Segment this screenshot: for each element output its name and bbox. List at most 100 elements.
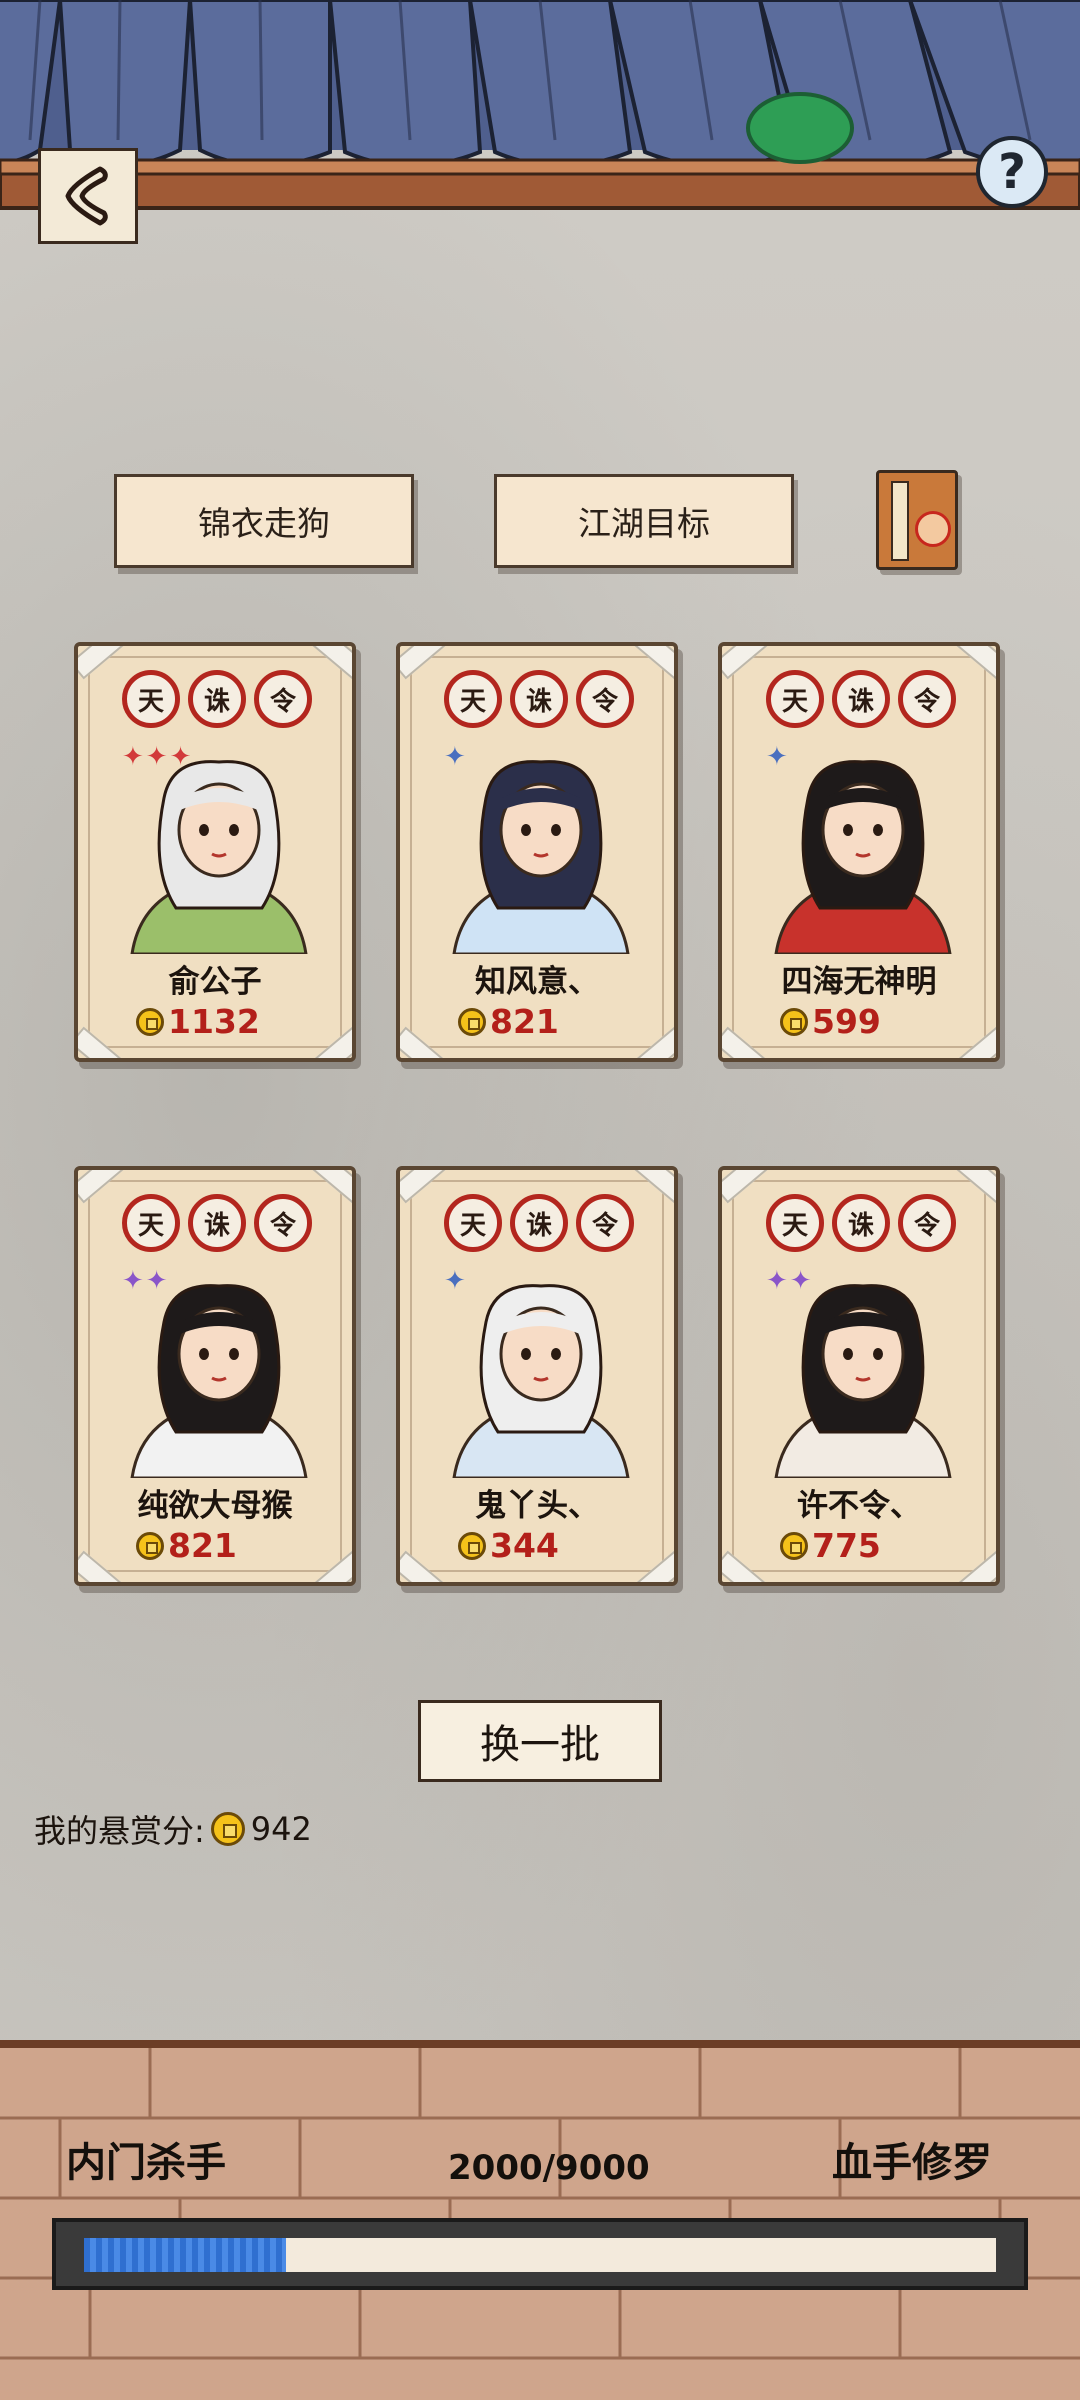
tape-strip — [631, 1170, 674, 1204]
seal-stamp: 令 — [254, 670, 312, 728]
rank-progress-bar — [52, 2218, 1028, 2290]
next-rank: 血手修罗 — [832, 2140, 992, 2186]
seal-stamp: 令 — [898, 670, 956, 728]
book-seal — [915, 511, 951, 547]
seal-row: 天诛令 — [122, 670, 312, 728]
tape-strip — [722, 1026, 771, 1058]
bounty-value: 821 — [490, 1002, 559, 1041]
seal-stamp: 诛 — [188, 670, 246, 728]
bounty-value: 344 — [490, 1526, 559, 1565]
target-bounty: 599 — [780, 1002, 881, 1041]
seal-stamp: 天 — [766, 670, 824, 728]
seal-stamp: 天 — [122, 670, 180, 728]
tape-strip — [78, 1026, 127, 1058]
coin-icon — [210, 1812, 245, 1846]
seal-stamp: 诛 — [510, 1194, 568, 1252]
help-button[interactable]: ? — [976, 136, 1048, 208]
tape-strip — [722, 1170, 771, 1204]
chevron-left-icon — [65, 166, 108, 226]
tab-jinyi-zougou[interactable]: 锦衣走狗 — [114, 474, 414, 568]
seal-stamp: 令 — [576, 670, 634, 728]
seal-stamp: 诛 — [832, 670, 890, 728]
target-bounty: 821 — [136, 1526, 237, 1565]
coin-icon — [136, 1531, 164, 1560]
my-bounty-score: 我的悬赏分: 942 — [34, 1806, 312, 1852]
target-name: 纯欲大母猴 — [137, 1488, 293, 1524]
target-card[interactable]: 天诛令 ✦✦ 许不令、 775 — [718, 1166, 1000, 1586]
coin-icon — [458, 1531, 486, 1560]
tape-strip — [953, 646, 996, 680]
target-name: 俞公子 — [168, 964, 262, 1000]
tape-strip — [309, 1170, 352, 1204]
tab-label: 锦衣走狗 — [198, 504, 330, 543]
tape-strip — [631, 1550, 674, 1582]
seal-row: 天诛令 — [444, 1194, 634, 1252]
back-button[interactable] — [38, 148, 138, 244]
target-card[interactable]: 天诛令 ✦✦✦ 俞公子 1132 — [74, 642, 356, 1062]
refresh-label: 换一批 — [480, 1722, 600, 1768]
help-icon: ? — [998, 144, 1026, 200]
white-hair-maiden-portrait — [452, 1284, 630, 1478]
coin-icon — [780, 1531, 808, 1560]
seal-stamp: 天 — [444, 670, 502, 728]
tape-strip — [78, 1170, 127, 1204]
red-dress-heroine-portrait — [774, 760, 952, 954]
roof-eaves — [0, 0, 1080, 210]
bounty-book-icon[interactable] — [876, 470, 958, 570]
bounty-value: 775 — [812, 1526, 881, 1565]
seal-stamp: 天 — [766, 1194, 824, 1252]
seal-stamp: 令 — [254, 1194, 312, 1252]
tape-strip — [400, 646, 449, 680]
seal-row: 天诛令 — [122, 1194, 312, 1252]
tape-strip — [953, 1170, 996, 1204]
seal-stamp: 天 — [444, 1194, 502, 1252]
tab-jianghu-target[interactable]: 江湖目标 — [494, 474, 794, 568]
seal-stamp: 诛 — [188, 1194, 246, 1252]
target-card[interactable]: 天诛令 ✦ 鬼丫头、 344 — [396, 1166, 678, 1586]
coin-icon — [458, 1007, 486, 1036]
target-bounty: 821 — [458, 1002, 559, 1041]
target-name: 鬼丫头、 — [475, 1488, 599, 1524]
coin-icon — [136, 1007, 164, 1036]
seal-stamp: 诛 — [510, 670, 568, 728]
tape-strip — [631, 1026, 674, 1058]
target-bounty: 344 — [458, 1526, 559, 1565]
target-card[interactable]: 天诛令 ✦ 四海无神明 599 — [718, 642, 1000, 1062]
seal-row: 天诛令 — [766, 1194, 956, 1252]
progress-fill — [84, 2238, 287, 2272]
young-swordsman-portrait — [452, 760, 630, 954]
bounty-value: 599 — [812, 1002, 881, 1041]
rank-progress-text: 2000/9000 — [448, 2148, 650, 2188]
my-score-value: 942 — [250, 1810, 312, 1848]
seal-row: 天诛令 — [766, 670, 956, 728]
seal-row: 天诛令 — [444, 670, 634, 728]
black-hair-swordsman-portrait — [130, 1284, 308, 1478]
tape-strip — [953, 1026, 996, 1058]
seal-stamp: 天 — [122, 1194, 180, 1252]
book-stripe — [891, 481, 909, 561]
target-card[interactable]: 天诛令 ✦✦ 纯欲大母猴 821 — [74, 1166, 356, 1586]
swordswoman-portrait — [774, 1284, 952, 1478]
target-bounty: 1132 — [136, 1002, 260, 1041]
current-rank: 内门杀手 — [66, 2140, 226, 2186]
target-name: 许不令、 — [797, 1488, 921, 1524]
tape-strip — [722, 1550, 771, 1582]
tape-strip — [400, 1026, 449, 1058]
coin-icon — [780, 1007, 808, 1036]
progress-track — [84, 2238, 996, 2272]
target-card[interactable]: 天诛令 ✦ 知风意、 821 — [396, 642, 678, 1062]
tape-strip — [631, 646, 674, 680]
tab-label: 江湖目标 — [578, 504, 710, 543]
tape-strip — [309, 646, 352, 680]
refresh-button[interactable]: 换一批 — [418, 1700, 662, 1782]
bounty-value: 821 — [168, 1526, 237, 1565]
target-name: 四海无神明 — [781, 964, 937, 1000]
tape-strip — [309, 1550, 352, 1582]
seal-stamp: 诛 — [832, 1194, 890, 1252]
tape-strip — [953, 1550, 996, 1582]
tape-strip — [78, 646, 127, 680]
target-name: 知风意、 — [475, 964, 599, 1000]
bounty-value: 1132 — [168, 1002, 260, 1041]
tape-strip — [400, 1170, 449, 1204]
tape-strip — [722, 646, 771, 680]
